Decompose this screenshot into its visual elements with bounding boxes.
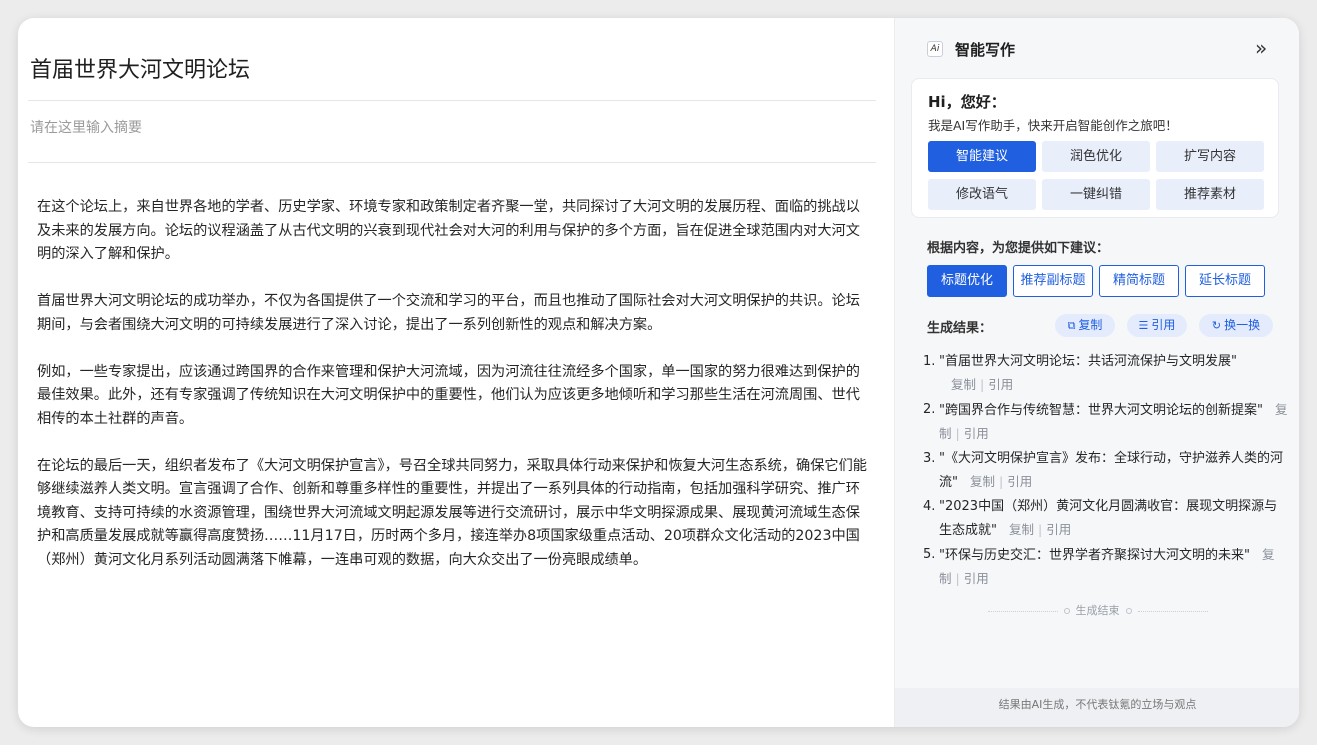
result-copy-link[interactable]: 复制 bbox=[951, 377, 976, 392]
refresh-button[interactable]: ↻ 换一换 bbox=[1199, 314, 1273, 337]
paragraph[interactable]: 首届世界大河文明论坛的成功举办，不仅为各国提供了一个交流和学习的平台，而且也推动… bbox=[37, 290, 869, 337]
greeting-card: Hi，您好： 我是AI写作助手，快来开启智能创作之旅吧！ 智能建议 润色优化 扩… bbox=[911, 78, 1279, 218]
result-cite-link[interactable]: 引用 bbox=[964, 571, 989, 586]
generation-end: 生成结束 bbox=[895, 602, 1299, 618]
ai-logo-icon: Ai bbox=[927, 41, 943, 57]
copy-all-button[interactable]: ⧉ 复制 bbox=[1055, 314, 1115, 337]
suggest-label: 根据内容，为您提供如下建议： bbox=[927, 241, 1110, 256]
correct-button[interactable]: 一键纠错 bbox=[1042, 179, 1150, 210]
title-divider bbox=[28, 100, 876, 101]
refresh-label: 换一换 bbox=[1224, 318, 1261, 332]
chip-shorten-title[interactable]: 精简标题 bbox=[1099, 265, 1179, 297]
result-copy-link[interactable]: 复制 bbox=[970, 474, 995, 489]
result-copy-link[interactable]: 复制 bbox=[1009, 522, 1034, 537]
collapse-icon[interactable]: » bbox=[1255, 36, 1267, 60]
chip-subtitle[interactable]: 推荐副标题 bbox=[1013, 265, 1093, 297]
cite-label: 引用 bbox=[1151, 318, 1176, 332]
result-cite-link[interactable]: 引用 bbox=[1046, 522, 1071, 537]
app-window: 首届世界大河文明论坛 请在这里输入摘要 在这个论坛上，来自世界各地的学者、历史学… bbox=[18, 18, 1299, 727]
result-item: 5. "环保与历史交汇：世界学者齐聚探讨大河文明的未来" 复制 | 引用 bbox=[923, 547, 1275, 586]
expand-button[interactable]: 扩写内容 bbox=[1156, 141, 1264, 172]
chip-title-optimize[interactable]: 标题优化 bbox=[927, 265, 1007, 297]
result-cite-link[interactable]: 引用 bbox=[964, 426, 989, 441]
paragraph[interactable]: 例如，一些专家提出，应该通过跨国界的合作来管理和保护大河流域，因为河流往往流经多… bbox=[37, 361, 869, 432]
copy-label: 复制 bbox=[1078, 318, 1103, 332]
result-item: 3. "《大河文明保护宣言》发布：全球行动，守护滋养人类的河流" 复制 | 引用 bbox=[923, 451, 1283, 490]
intro-text: 我是AI写作助手，快来开启智能创作之旅吧！ bbox=[928, 118, 1178, 133]
smart-suggest-button[interactable]: 智能建议 bbox=[928, 141, 1036, 172]
editor: 首届世界大河文明论坛 请在这里输入摘要 在这个论坛上，来自世界各地的学者、历史学… bbox=[18, 18, 894, 727]
copy-icon: ⧉ bbox=[1067, 319, 1076, 332]
chip-extend-title[interactable]: 延长标题 bbox=[1185, 265, 1265, 297]
refresh-icon: ↻ bbox=[1211, 319, 1222, 332]
result-text: "2023中国（郑州）黄河文化月圆满收官：展现文明探源与生态成就" bbox=[939, 499, 1278, 538]
end-text: 生成结束 bbox=[1075, 604, 1120, 617]
polish-button[interactable]: 润色优化 bbox=[1042, 141, 1150, 172]
document-title[interactable]: 首届世界大河文明论坛 bbox=[30, 52, 250, 84]
document-body[interactable]: 在这个论坛上，来自世界各地的学者、历史学家、环境专家和政策制定者齐聚一堂，共同探… bbox=[37, 196, 869, 596]
cite-all-button[interactable]: ☰ 引用 bbox=[1127, 314, 1187, 337]
result-list: 1. "首届世界大河文明论坛：共话河流保护与文明发展" 复制 | 引用 2. "跨国界合作… bbox=[923, 350, 1289, 592]
result-label: 生成结果： bbox=[927, 321, 993, 336]
material-button[interactable]: 推荐素材 bbox=[1156, 179, 1264, 210]
ai-writing-panel: Ai 智能写作 » Hi，您好： 我是AI写作助手，快来开启智能创作之旅吧！ 智… bbox=[894, 18, 1299, 727]
abstract-divider bbox=[28, 162, 876, 163]
list-icon: ☰ bbox=[1138, 319, 1149, 332]
result-item: 4. "2023中国（郑州）黄河文化月圆满收官：展现文明探源与生态成就" 复制 | 引用 bbox=[923, 499, 1278, 538]
result-text: "首届世界大河文明论坛：共话河流保护与文明发展" bbox=[939, 354, 1237, 369]
tone-button[interactable]: 修改语气 bbox=[928, 179, 1036, 210]
greeting: Hi，您好： bbox=[928, 93, 1006, 111]
panel-header: Ai 智能写作 » bbox=[895, 18, 1299, 78]
result-text: "跨国界合作与传统智慧：世界大河文明论坛的创新提案" bbox=[939, 403, 1263, 418]
result-cite-link[interactable]: 引用 bbox=[988, 377, 1013, 392]
abstract-input[interactable]: 请在这里输入摘要 bbox=[30, 117, 142, 137]
result-cite-link[interactable]: 引用 bbox=[1007, 474, 1032, 489]
paragraph[interactable]: 在这个论坛上，来自世界各地的学者、历史学家、环境专家和政策制定者齐聚一堂，共同探… bbox=[37, 196, 869, 267]
result-text: "环保与历史交汇：世界学者齐聚探讨大河文明的未来" bbox=[939, 548, 1250, 563]
panel-title: 智能写作 bbox=[955, 41, 1016, 59]
paragraph[interactable]: 在论坛的最后一天，组织者发布了《大河文明保护宣言》，号召全球共同努力，采取具体行… bbox=[37, 455, 869, 573]
result-item: 1. "首届世界大河文明论坛：共话河流保护与文明发展" 复制 | 引用 bbox=[923, 354, 1237, 392]
disclaimer-footer: 结果由AI生成，不代表钛氪的立场与观点 bbox=[895, 688, 1299, 727]
result-item: 2. "跨国界合作与传统智慧：世界大河文明论坛的创新提案" 复制 | 引用 bbox=[923, 402, 1288, 441]
